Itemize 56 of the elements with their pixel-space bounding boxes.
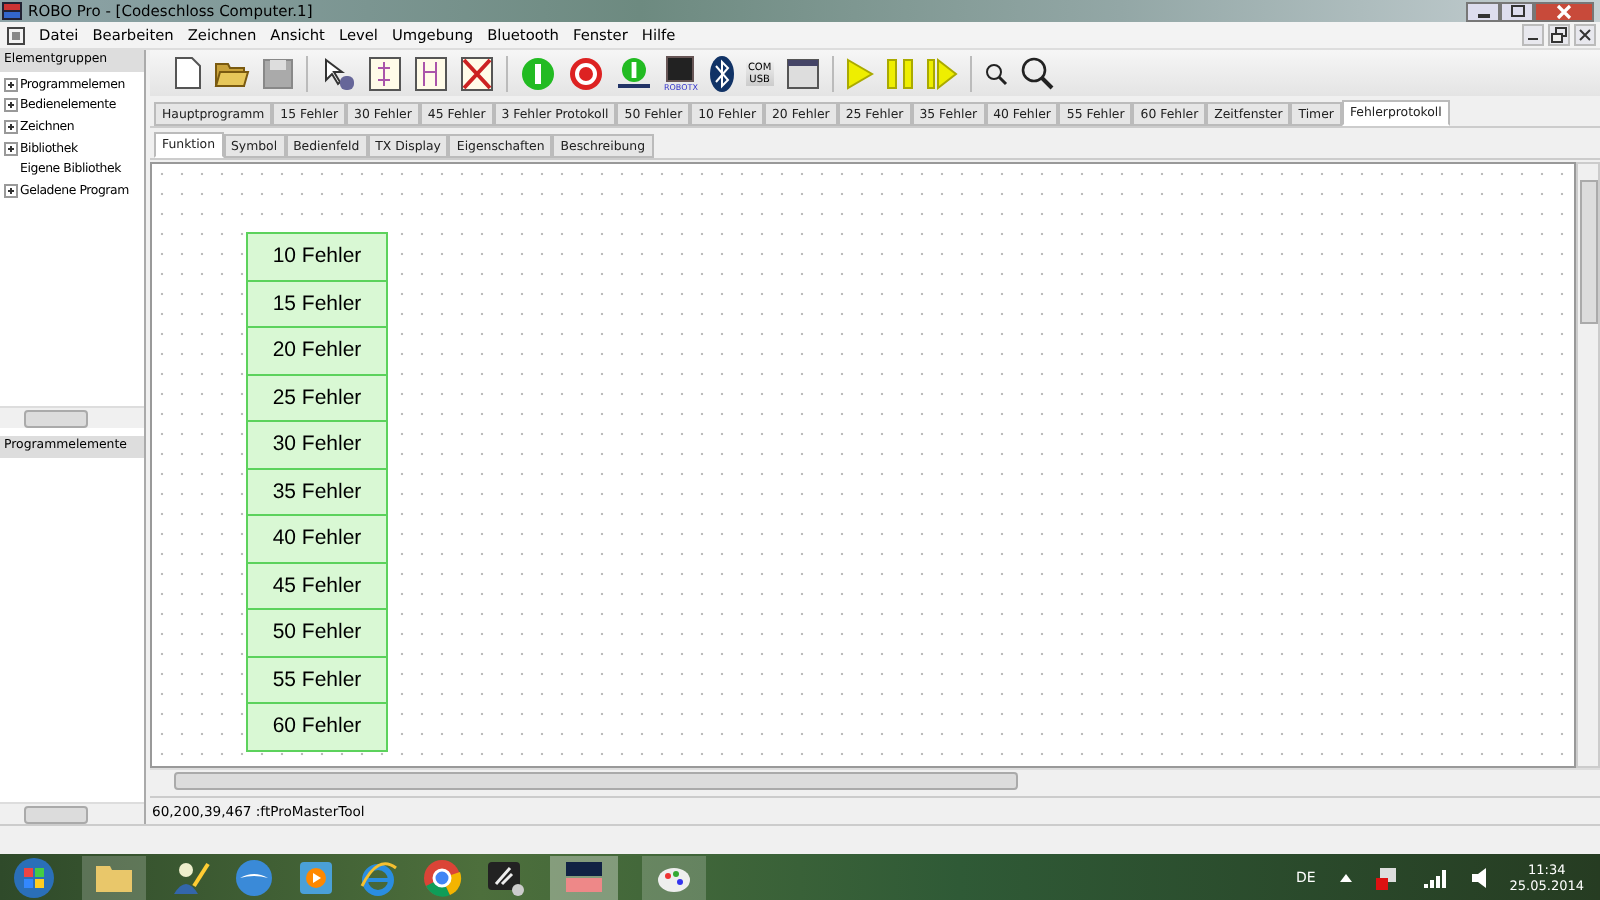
folder-icon[interactable] xyxy=(214,58,250,88)
window-icon[interactable] xyxy=(785,57,820,89)
caret-icon[interactable] xyxy=(1339,873,1352,881)
expand-icon[interactable] xyxy=(4,98,18,113)
program-element[interactable]: 10 Fehler xyxy=(246,232,388,281)
folder-icon[interactable] xyxy=(82,855,146,899)
program-element[interactable]: 40 Fehler xyxy=(246,514,388,563)
expand-icon[interactable] xyxy=(4,77,18,92)
bluetooth-icon[interactable] xyxy=(709,55,734,91)
expand-icon[interactable] xyxy=(4,119,18,134)
restore-icon[interactable] xyxy=(1548,24,1570,46)
speaker-icon[interactable] xyxy=(1471,867,1486,887)
close-button[interactable] xyxy=(1534,1,1594,21)
zoom-out-icon[interactable] xyxy=(983,61,1008,85)
chrome-icon[interactable] xyxy=(422,857,462,897)
network-error-icon[interactable] xyxy=(1375,865,1400,889)
flowchart-icon[interactable] xyxy=(368,55,402,91)
horizontal-scrollbar[interactable] xyxy=(0,406,144,428)
program-element[interactable]: 60 Fehler xyxy=(246,702,388,751)
program-element[interactable]: 30 Fehler xyxy=(246,420,388,469)
program-element[interactable]: 50 Fehler xyxy=(246,608,388,657)
robo-pro-icon[interactable] xyxy=(550,855,618,899)
horizontal-scrollbar[interactable] xyxy=(150,768,1600,790)
app-icon xyxy=(2,2,22,20)
vertical-scrollbar[interactable] xyxy=(1576,162,1600,768)
new-file-icon[interactable] xyxy=(174,56,202,90)
maximize-button[interactable] xyxy=(1500,1,1534,21)
close-icon[interactable] xyxy=(1574,24,1596,46)
maximize-icon xyxy=(1509,4,1525,18)
zoom-in-icon[interactable] xyxy=(1019,56,1054,90)
pointer-icon[interactable] xyxy=(320,55,356,91)
paint-palette-icon[interactable] xyxy=(642,855,706,899)
expand-icon[interactable] xyxy=(4,141,18,156)
start-orb-icon[interactable] xyxy=(10,855,58,899)
browser-e-icon[interactable] xyxy=(358,857,398,897)
signal-icon[interactable] xyxy=(1423,867,1448,887)
delete-icon[interactable] xyxy=(460,55,494,91)
program-element[interactable]: 55 Fehler xyxy=(246,655,388,704)
start-icon[interactable] xyxy=(520,55,556,91)
program-element[interactable]: 20 Fehler xyxy=(246,326,388,375)
document-icon xyxy=(6,25,26,45)
download-icon[interactable] xyxy=(616,55,652,91)
minimize-button[interactable] xyxy=(1466,1,1500,21)
app-icon[interactable] xyxy=(486,857,526,897)
stop-icon[interactable] xyxy=(568,55,604,91)
media-player-icon[interactable] xyxy=(298,859,334,895)
program-element[interactable]: 45 Fehler xyxy=(246,561,388,610)
program-element[interactable]: 35 Fehler xyxy=(246,467,388,516)
person-icon[interactable] xyxy=(170,857,210,897)
horizontal-scrollbar[interactable] xyxy=(0,802,144,824)
program-element[interactable]: 15 Fehler xyxy=(246,279,388,328)
flowchart-icon[interactable] xyxy=(414,55,448,91)
expand-icon[interactable] xyxy=(4,183,18,198)
program-element[interactable]: 25 Fehler xyxy=(246,373,388,422)
save-icon[interactable] xyxy=(262,57,294,89)
minimize-icon[interactable] xyxy=(1522,24,1544,46)
